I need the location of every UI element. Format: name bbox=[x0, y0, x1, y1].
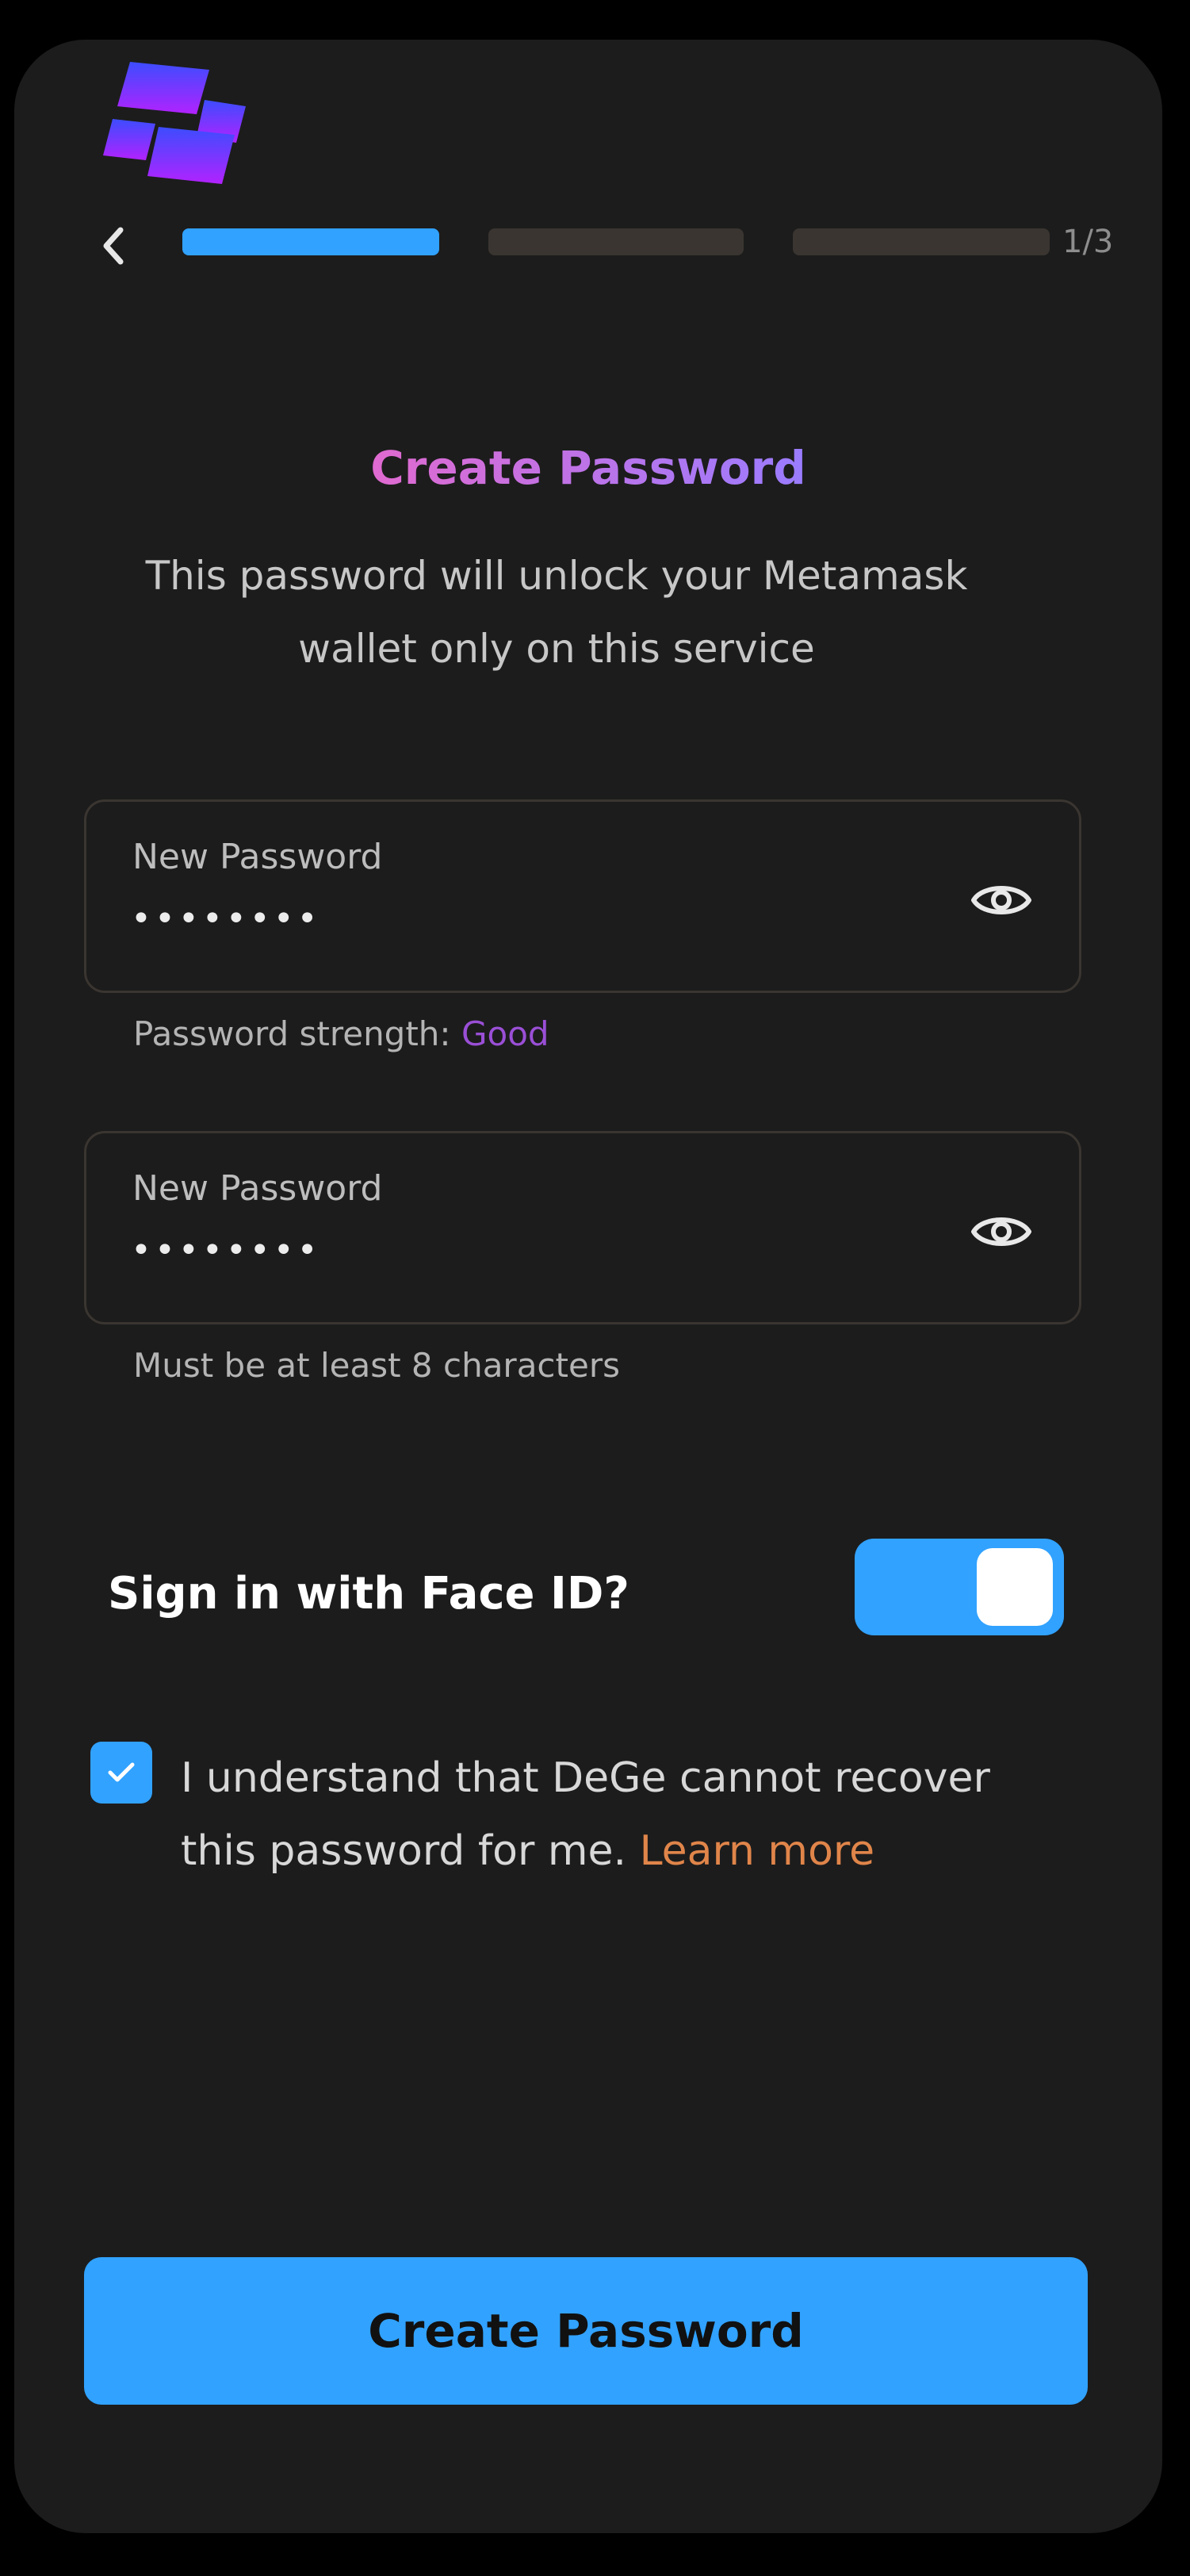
phone-screen: 1/3 Create Password This password will u… bbox=[14, 40, 1162, 2533]
confirm-password-field[interactable]: New Password bbox=[84, 1131, 1081, 1324]
toggle-knob bbox=[977, 1548, 1053, 1626]
face-id-label: Sign in with Face ID? bbox=[108, 1568, 629, 1620]
password-strength-value: Good bbox=[461, 1014, 549, 1053]
consent-text: I understand that DeGe cannot recover th… bbox=[181, 1742, 1077, 1888]
checkmark-icon bbox=[108, 1762, 135, 1782]
new-password-label: New Password bbox=[132, 837, 383, 877]
page-title: Create Password bbox=[14, 436, 1162, 500]
new-password-input[interactable] bbox=[131, 891, 924, 946]
learn-more-link[interactable]: Learn more bbox=[640, 1827, 875, 1875]
confirm-password-input[interactable] bbox=[131, 1222, 924, 1278]
password-strength: Password strength: Good bbox=[133, 1012, 549, 1056]
consent-checkbox[interactable] bbox=[90, 1742, 152, 1804]
page-subtitle: This password will unlock your Metamask … bbox=[145, 553, 968, 672]
eye-icon bbox=[971, 1217, 1031, 1246]
toggle-visibility-button[interactable] bbox=[965, 864, 1038, 937]
step-counter: 1/3 bbox=[1062, 224, 1114, 260]
new-password-field[interactable]: New Password bbox=[84, 799, 1081, 993]
app-logo-icon bbox=[103, 62, 246, 184]
toggle-visibility-button[interactable] bbox=[965, 1195, 1038, 1268]
password-strength-label: Password strength: bbox=[133, 1014, 451, 1053]
progress-step-1 bbox=[182, 228, 439, 255]
eye-icon bbox=[971, 886, 1031, 914]
create-password-button[interactable]: Create Password bbox=[84, 2257, 1088, 2405]
progress-step-3 bbox=[793, 228, 1050, 255]
password-requirement-hint: Must be at least 8 characters bbox=[133, 1346, 620, 1385]
face-id-toggle[interactable] bbox=[855, 1539, 1064, 1635]
chevron-left-icon bbox=[103, 227, 124, 265]
page-title-text: Create Password bbox=[370, 441, 806, 495]
confirm-password-label: New Password bbox=[132, 1168, 383, 1209]
progress-step-2 bbox=[488, 228, 744, 255]
back-button[interactable] bbox=[82, 214, 146, 278]
